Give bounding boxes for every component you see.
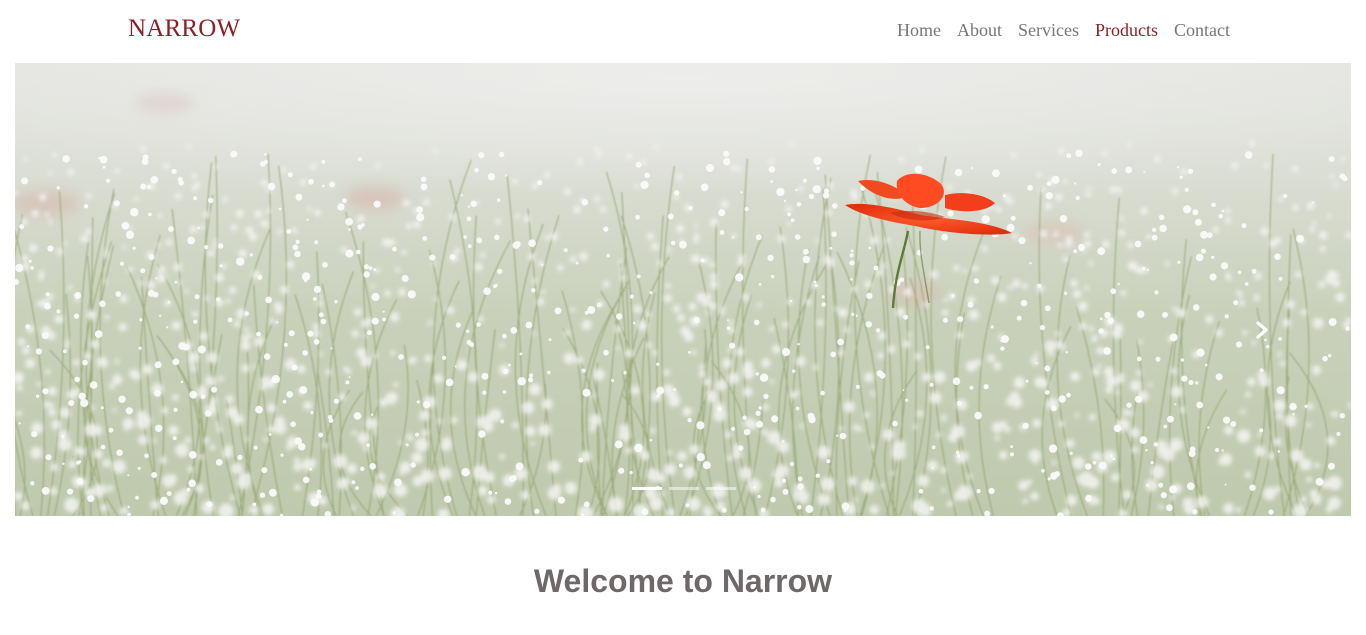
nav-item-contact[interactable]: Contact [1174, 20, 1230, 40]
carousel-next-button[interactable] [1247, 315, 1277, 345]
carousel-indicator-2[interactable] [669, 487, 699, 490]
navbar: NARROW Home About Services Products Cont… [0, 0, 1366, 63]
carousel-indicator-1[interactable] [632, 487, 662, 490]
hero-image-flower-field [15, 63, 1351, 516]
nav-item-services[interactable]: Services [1018, 20, 1079, 40]
page-heading: Welcome to Narrow [533, 563, 833, 599]
nav-item-about[interactable]: About [957, 20, 1002, 40]
nav-item-products[interactable]: Products [1095, 20, 1158, 40]
chevron-right-icon [1256, 321, 1268, 339]
carousel-indicator-3[interactable] [706, 487, 736, 490]
brand-logo[interactable]: NARROW [128, 15, 240, 43]
hero-carousel[interactable] [15, 63, 1351, 516]
carousel-indicators [632, 487, 736, 490]
nav-item-home[interactable]: Home [897, 20, 941, 40]
main-nav: Home About Services Products Contact [897, 20, 1230, 41]
intro-text-cropped [0, 624, 1366, 635]
